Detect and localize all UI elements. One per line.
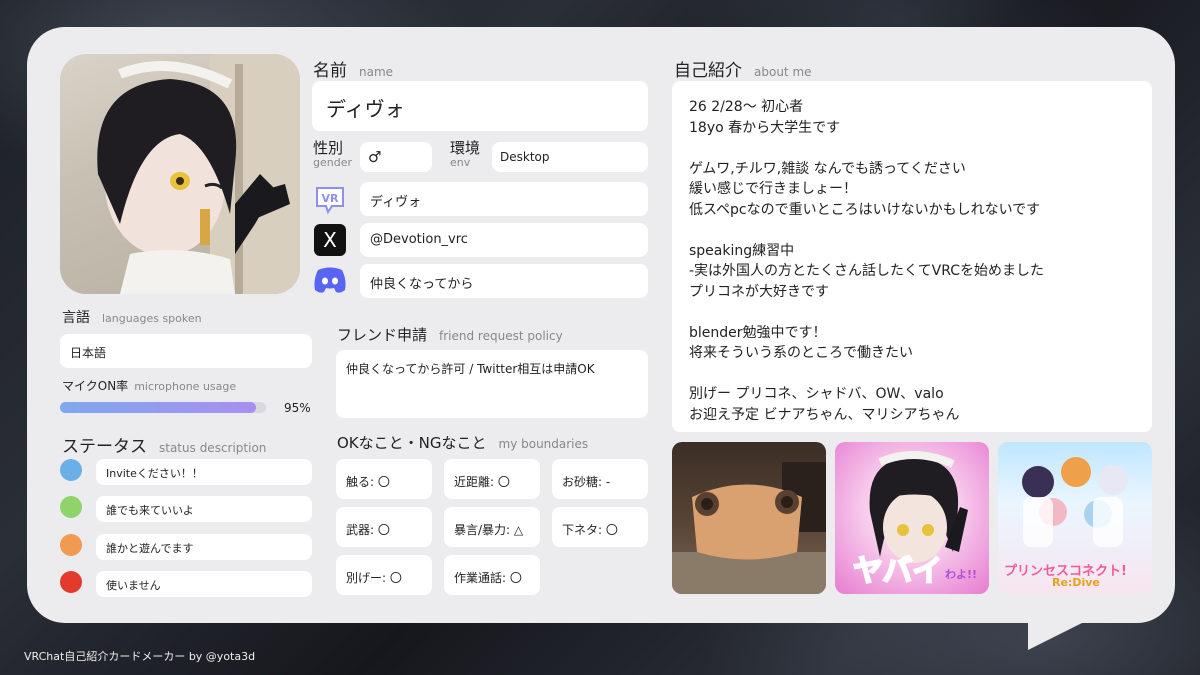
friend-policy-value: 仲良くなってから許可 / Twitter相互は申請OK bbox=[346, 362, 595, 376]
about-label: 自己紹介 about me bbox=[674, 61, 812, 81]
status-text: 誰でも来ていいよ bbox=[106, 504, 194, 517]
boundary-tile: 暴言/暴力: △ bbox=[444, 507, 540, 547]
gender-field: ♂ bbox=[360, 142, 432, 172]
languages-value: 日本語 bbox=[70, 346, 107, 360]
about-line: blender勉強中です！ bbox=[689, 324, 827, 341]
discord-account-field: 仲良くなってから bbox=[360, 264, 648, 298]
friend-policy-field: 仲良くなってから許可 / Twitter相互は申請OK bbox=[336, 350, 648, 418]
status-label: ステータス status description bbox=[62, 437, 267, 457]
vrchat-account: ディヴォ bbox=[370, 195, 422, 210]
thumbnail-game: プリンセスコネクト! Re:Dive bbox=[998, 442, 1152, 594]
game-subtitle: Re:Dive bbox=[1052, 576, 1100, 589]
status-dot-green bbox=[60, 496, 82, 518]
avatar-illustration bbox=[97, 54, 300, 294]
thumbnail-world bbox=[672, 442, 826, 594]
boundary-tile: 下ネタ: 〇 bbox=[552, 507, 648, 547]
boundary-tile: 作業通話: 〇 bbox=[444, 555, 540, 595]
status-dot-orange bbox=[60, 534, 82, 556]
speech-bubble-tail bbox=[1028, 600, 1128, 650]
about-line: プリコネが大好きです bbox=[689, 283, 829, 300]
avatar-photo bbox=[60, 54, 300, 294]
about-line bbox=[689, 364, 1044, 385]
name-value: ディヴォ bbox=[326, 97, 405, 121]
about-line: 18yo 春から大学生です bbox=[689, 119, 841, 136]
about-line: ゲムワ,チルワ,雑談 なんでも誘ってください bbox=[689, 160, 966, 177]
mic-usage-bar bbox=[60, 402, 266, 413]
status-item: 誰かと遊んでます bbox=[96, 534, 312, 560]
about-line: お迎え予定 ビナアちゃん、マリシアちゃん bbox=[689, 406, 960, 423]
x-account-field: @Devotion_vrc bbox=[360, 223, 648, 257]
x-icon: X bbox=[314, 224, 346, 256]
boundary-tile: 近距離: 〇 bbox=[444, 459, 540, 499]
about-line: 将来そういう系のところで働きたい bbox=[689, 345, 913, 361]
about-line: 緩い感じで行きましょー！ bbox=[689, 181, 857, 197]
discord-icon bbox=[313, 266, 347, 294]
about-field: 26 2/28～ 初心者 18yo 春から大学生です ゲムワ,チルワ,雑談 なん… bbox=[672, 81, 1152, 432]
vrchat-account-field: ディヴォ bbox=[360, 182, 648, 216]
boundary-tile: お砂糖: - bbox=[552, 459, 648, 499]
about-line: 別げー プリコネ、シャドバ、OW、valo bbox=[689, 386, 944, 402]
about-line: 低スペpcなので重いところはいけないかもしれないです bbox=[689, 201, 1041, 218]
boundary-tile: 別げー: 〇 bbox=[336, 555, 432, 595]
status-text: 誰かと遊んでます bbox=[106, 542, 194, 555]
languages-label: 言語 languages spoken bbox=[62, 310, 202, 326]
boundary-tile: 武器: 〇 bbox=[336, 507, 432, 547]
status-dot-red bbox=[60, 571, 82, 593]
mic-usage-percent: 95% bbox=[284, 401, 311, 415]
thumbnail-avatar-subtext: わよ!! bbox=[945, 568, 978, 581]
status-item: 使いません bbox=[96, 571, 312, 597]
mic-label: マイクON率 microphone usage bbox=[62, 379, 237, 393]
gender-label: 性別 gender bbox=[313, 139, 352, 170]
svg-text:VR: VR bbox=[322, 192, 340, 205]
about-line bbox=[689, 302, 1044, 323]
footer-credit: VRChat自己紹介カードメーカー by @yota3d bbox=[24, 650, 256, 663]
about-line: -実は外国人の方とたくさん話したくてVRCを始めました bbox=[689, 263, 1045, 279]
discord-account: 仲良くなってから bbox=[370, 277, 474, 292]
languages-field: 日本語 bbox=[60, 334, 312, 368]
name-label: 名前 name bbox=[313, 61, 394, 81]
thumbnail-avatar-text: ヤバイ bbox=[852, 553, 943, 590]
about-line: 26 2/28～ 初心者 bbox=[689, 99, 804, 115]
env-label: 環境 env bbox=[450, 139, 481, 170]
vrchat-icon: VR bbox=[314, 184, 346, 216]
x-account: @Devotion_vrc bbox=[370, 232, 468, 247]
gender-value: ♂ bbox=[368, 148, 382, 166]
boundaries-label: OKなこと・NGなこと my boundaries bbox=[337, 434, 589, 452]
mic-usage-fill bbox=[60, 402, 256, 413]
about-line: speaking練習中 bbox=[689, 242, 795, 259]
thumbnail-avatar: ヤバイ わよ!! bbox=[835, 442, 989, 594]
env-value: Desktop bbox=[500, 150, 550, 164]
status-text: 使いません bbox=[106, 579, 161, 592]
status-item: 誰でも来ていいよ bbox=[96, 496, 312, 522]
about-text: 26 2/28～ 初心者 18yo 春から大学生です ゲムワ,チルワ,雑談 なん… bbox=[689, 97, 1044, 425]
boundary-tile: 触る: 〇 bbox=[336, 459, 432, 499]
friend-label: フレンド申請 friend request policy bbox=[337, 326, 563, 344]
env-field: Desktop bbox=[492, 142, 648, 172]
about-line bbox=[689, 138, 1044, 159]
status-item: Inviteください！！ bbox=[96, 459, 312, 485]
status-text: Inviteください！！ bbox=[106, 467, 203, 480]
about-line bbox=[689, 220, 1044, 241]
status-dot-blue bbox=[60, 459, 82, 481]
name-field: ディヴォ bbox=[312, 81, 648, 131]
